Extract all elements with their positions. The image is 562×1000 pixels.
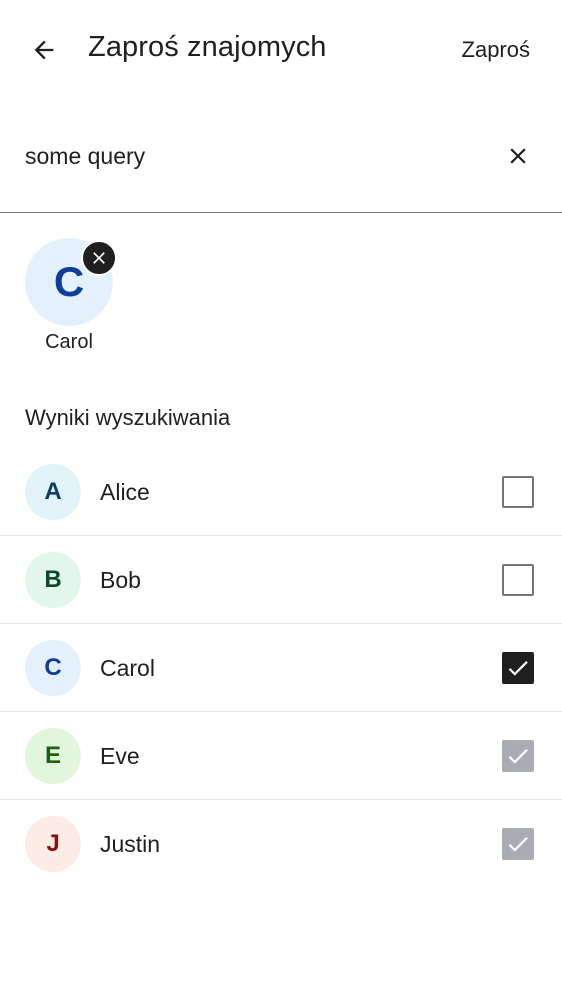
search-input[interactable] (25, 138, 475, 174)
friend-name: Eve (100, 743, 140, 769)
avatar: C (25, 640, 81, 696)
list-item[interactable]: B Bob (0, 536, 562, 624)
avatar: J (25, 816, 81, 872)
back-button[interactable] (22, 28, 66, 72)
selected-friend-name: Carol (45, 331, 93, 353)
select-checkbox[interactable] (502, 476, 534, 508)
list-item[interactable]: A Alice (0, 448, 562, 536)
arrow-back-icon (34, 40, 54, 60)
check-icon (508, 661, 528, 676)
page-title: Zaproś znajomych (88, 31, 327, 63)
selected-friend-chip: C Carol (25, 238, 117, 354)
avatar: E (25, 728, 81, 784)
list-item: E Eve (0, 712, 562, 800)
avatar: A (25, 464, 81, 520)
select-checkbox[interactable] (502, 652, 534, 684)
invite-button[interactable]: Zaproś (462, 37, 530, 63)
close-icon (93, 252, 105, 264)
search-results-heading: Wyniki wyszukiwania (25, 405, 231, 430)
close-icon (510, 148, 526, 164)
check-icon (508, 837, 528, 852)
avatar: B (25, 552, 81, 608)
select-checkbox (502, 828, 534, 860)
clear-search-button[interactable] (496, 134, 540, 178)
friend-name: Bob (100, 567, 141, 593)
friend-name: Carol (100, 655, 155, 681)
friend-name: Alice (100, 479, 150, 505)
search-bar (0, 100, 562, 213)
remove-selected-button[interactable] (81, 240, 117, 276)
check-icon (508, 749, 528, 764)
top-app-bar: Zaproś znajomych Zaproś (0, 0, 562, 100)
select-checkbox[interactable] (502, 564, 534, 596)
list-item[interactable]: C Carol (0, 624, 562, 712)
friend-name: Justin (100, 831, 161, 857)
select-checkbox (502, 740, 534, 772)
search-results-list: A Alice B Bob C Carol E Eve J Justin (0, 448, 562, 888)
list-item: J Justin (0, 800, 562, 888)
